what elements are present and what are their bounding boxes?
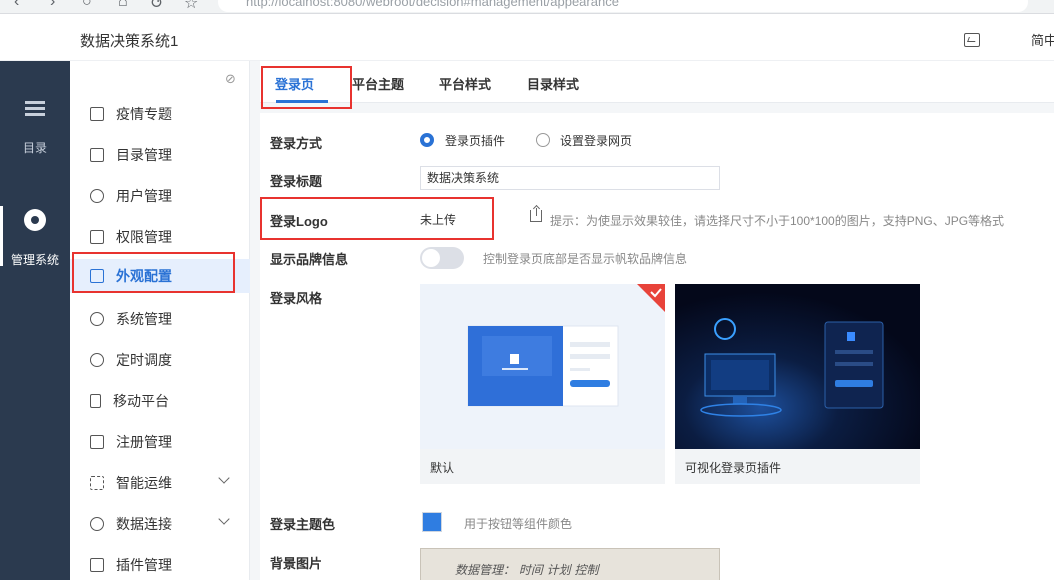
radio-login-plugin[interactable] bbox=[420, 133, 434, 147]
monitor-chart-icon[interactable] bbox=[964, 33, 980, 47]
bookmark-star-icon[interactable]: ☆ bbox=[184, 0, 198, 13]
address-bar[interactable]: http://localhost:8080/webroot/decision#m… bbox=[218, 0, 1028, 12]
background-image-handwriting: 数据管理： 时间 计划 控制 bbox=[455, 563, 599, 577]
plugin-icon bbox=[90, 558, 104, 572]
sidebar-item-label: 数据连接 bbox=[116, 516, 172, 532]
tab-bar: 登录页 平台主题 平台样式 目录样式 bbox=[260, 61, 1054, 103]
sidebar-item-label: 移动平台 bbox=[113, 393, 169, 409]
sidebar-item-label: 智能运维 bbox=[116, 475, 172, 491]
rail-item-management[interactable]: 管理系统 bbox=[0, 209, 70, 268]
browser-toolbar: ‹ › ○ ⌂ ↺ ☆ http://localhost:8080/webroo… bbox=[0, 0, 1054, 14]
forward-icon[interactable]: › bbox=[50, 0, 55, 11]
login-style-card-label: 默认 bbox=[430, 461, 455, 475]
gear-icon bbox=[24, 209, 46, 231]
user-icon bbox=[90, 189, 104, 203]
undo-icon[interactable]: ↺ bbox=[150, 0, 163, 13]
tab-directory-style[interactable]: 目录样式 bbox=[527, 74, 579, 93]
radio-login-plugin-label[interactable]: 登录页插件 bbox=[445, 132, 505, 149]
rail-item-directory[interactable]: 目录 bbox=[0, 101, 70, 156]
login-style-card-label: 可视化登录页插件 bbox=[685, 461, 782, 475]
reload-icon[interactable]: ○ bbox=[82, 0, 92, 11]
highlight-login-logo bbox=[260, 197, 494, 240]
sidebar-item-system[interactable]: 系统管理 bbox=[70, 302, 250, 336]
sidebar-item-label: 注册管理 bbox=[116, 434, 172, 450]
highlight-login-tab bbox=[261, 66, 352, 109]
rail-item-label: 管理系统 bbox=[10, 253, 59, 267]
sidebar-item-mobile[interactable]: 移动平台 bbox=[70, 384, 250, 418]
brand-info-hint: 控制登录页底部是否显示帆软品牌信息 bbox=[483, 252, 688, 266]
register-icon bbox=[90, 435, 104, 449]
language-switch[interactable]: 简中 bbox=[1031, 30, 1054, 49]
login-title-input[interactable]: 数据决策系统 bbox=[420, 166, 720, 190]
app-header: 数据决策系统1 简中 bbox=[0, 14, 1054, 61]
sidebar-item-directory[interactable]: 目录管理 bbox=[70, 138, 250, 172]
rail-item-label: 目录 bbox=[22, 141, 47, 155]
sidebar-item-ops[interactable]: 智能运维 bbox=[70, 466, 250, 500]
sidebar-item-label: 用户管理 bbox=[116, 188, 172, 204]
background-image-label: 背景图片 bbox=[270, 556, 323, 571]
default-login-preview bbox=[420, 284, 665, 449]
back-icon[interactable]: ‹ bbox=[14, 0, 19, 11]
background-image-preview[interactable]: 数据管理： 时间 计划 控制 bbox=[420, 548, 720, 580]
sidebar-item-scheduler[interactable]: 定时调度 bbox=[70, 343, 250, 377]
login-style-label: 登录风格 bbox=[270, 291, 323, 306]
sidebar-item-plugins[interactable]: 插件管理 bbox=[70, 548, 250, 580]
login-settings-panel: 登录方式 登录页插件 设置登录网页 登录标题 数据决策系统 登录Logo 未上传… bbox=[260, 113, 1054, 580]
app-title: 数据决策系统1 bbox=[80, 33, 179, 50]
dashboard-icon bbox=[90, 107, 104, 121]
radio-login-webpage-label[interactable]: 设置登录网页 bbox=[560, 132, 632, 149]
sidebar-item-label: 权限管理 bbox=[116, 229, 172, 245]
sidebar-item-label: 插件管理 bbox=[116, 557, 172, 573]
theme-color-label: 登录主题色 bbox=[270, 517, 336, 532]
chevron-down-icon[interactable] bbox=[218, 472, 230, 484]
login-method-label: 登录方式 bbox=[270, 136, 323, 151]
visual-login-preview bbox=[675, 284, 920, 449]
highlight-appearance-menu bbox=[72, 252, 235, 293]
login-title-label: 登录标题 bbox=[270, 174, 323, 189]
gear-icon bbox=[90, 312, 104, 326]
brand-info-toggle[interactable] bbox=[420, 247, 464, 269]
sidebar-item-label: 目录管理 bbox=[116, 147, 172, 163]
mobile-icon bbox=[90, 394, 101, 408]
tab-platform-theme[interactable]: 平台主题 bbox=[352, 74, 404, 93]
upload-icon[interactable] bbox=[530, 208, 542, 222]
lock-icon bbox=[90, 230, 104, 244]
link-icon bbox=[90, 517, 104, 531]
primary-rail: 目录 管理系统 bbox=[0, 61, 70, 580]
main-content: 登录页 平台主题 平台样式 目录样式 登录方式 登录页插件 设置登录网页 登录标… bbox=[250, 61, 1054, 580]
theme-color-swatch[interactable] bbox=[422, 512, 442, 532]
sidebar-item-label: 定时调度 bbox=[116, 352, 172, 368]
sidebar-item-permissions[interactable]: 权限管理 bbox=[70, 220, 250, 254]
login-style-card-default[interactable]: 默认 bbox=[420, 284, 665, 484]
home-icon[interactable]: ⌂ bbox=[118, 0, 128, 11]
sidebar-item-label: 疫情专题 bbox=[116, 106, 172, 122]
radio-login-webpage[interactable] bbox=[536, 133, 550, 147]
sidebar-item-users[interactable]: 用户管理 bbox=[70, 179, 250, 213]
secondary-sidebar: ⊘ 疫情专题 目录管理 用户管理 权限管理 外观配置 系统管理 定时调度 移动平… bbox=[70, 61, 250, 580]
sidebar-item-epidemic[interactable]: 疫情专题 bbox=[70, 97, 250, 131]
login-logo-hint: 提示：为使显示效果较佳，请选择尺寸不小于100*100的图片，支持PNG、JPG… bbox=[550, 214, 1005, 228]
brand-info-label: 显示品牌信息 bbox=[270, 252, 349, 267]
sidebar-item-data-connection[interactable]: 数据连接 bbox=[70, 507, 250, 541]
login-style-card-visual[interactable]: 可视化登录页插件 bbox=[675, 284, 920, 484]
sidebar-item-label: 系统管理 bbox=[116, 311, 172, 327]
directory-icon bbox=[90, 148, 104, 162]
tab-platform-style[interactable]: 平台样式 bbox=[439, 74, 491, 93]
chevron-down-icon[interactable] bbox=[218, 513, 230, 525]
ops-icon bbox=[90, 476, 104, 490]
theme-color-hint: 用于按钮等组件颜色 bbox=[464, 517, 573, 531]
sidebar-item-register[interactable]: 注册管理 bbox=[70, 425, 250, 459]
pin-icon[interactable]: ⊘ bbox=[225, 71, 236, 87]
list-icon bbox=[25, 101, 45, 117]
timer-icon bbox=[90, 353, 104, 367]
